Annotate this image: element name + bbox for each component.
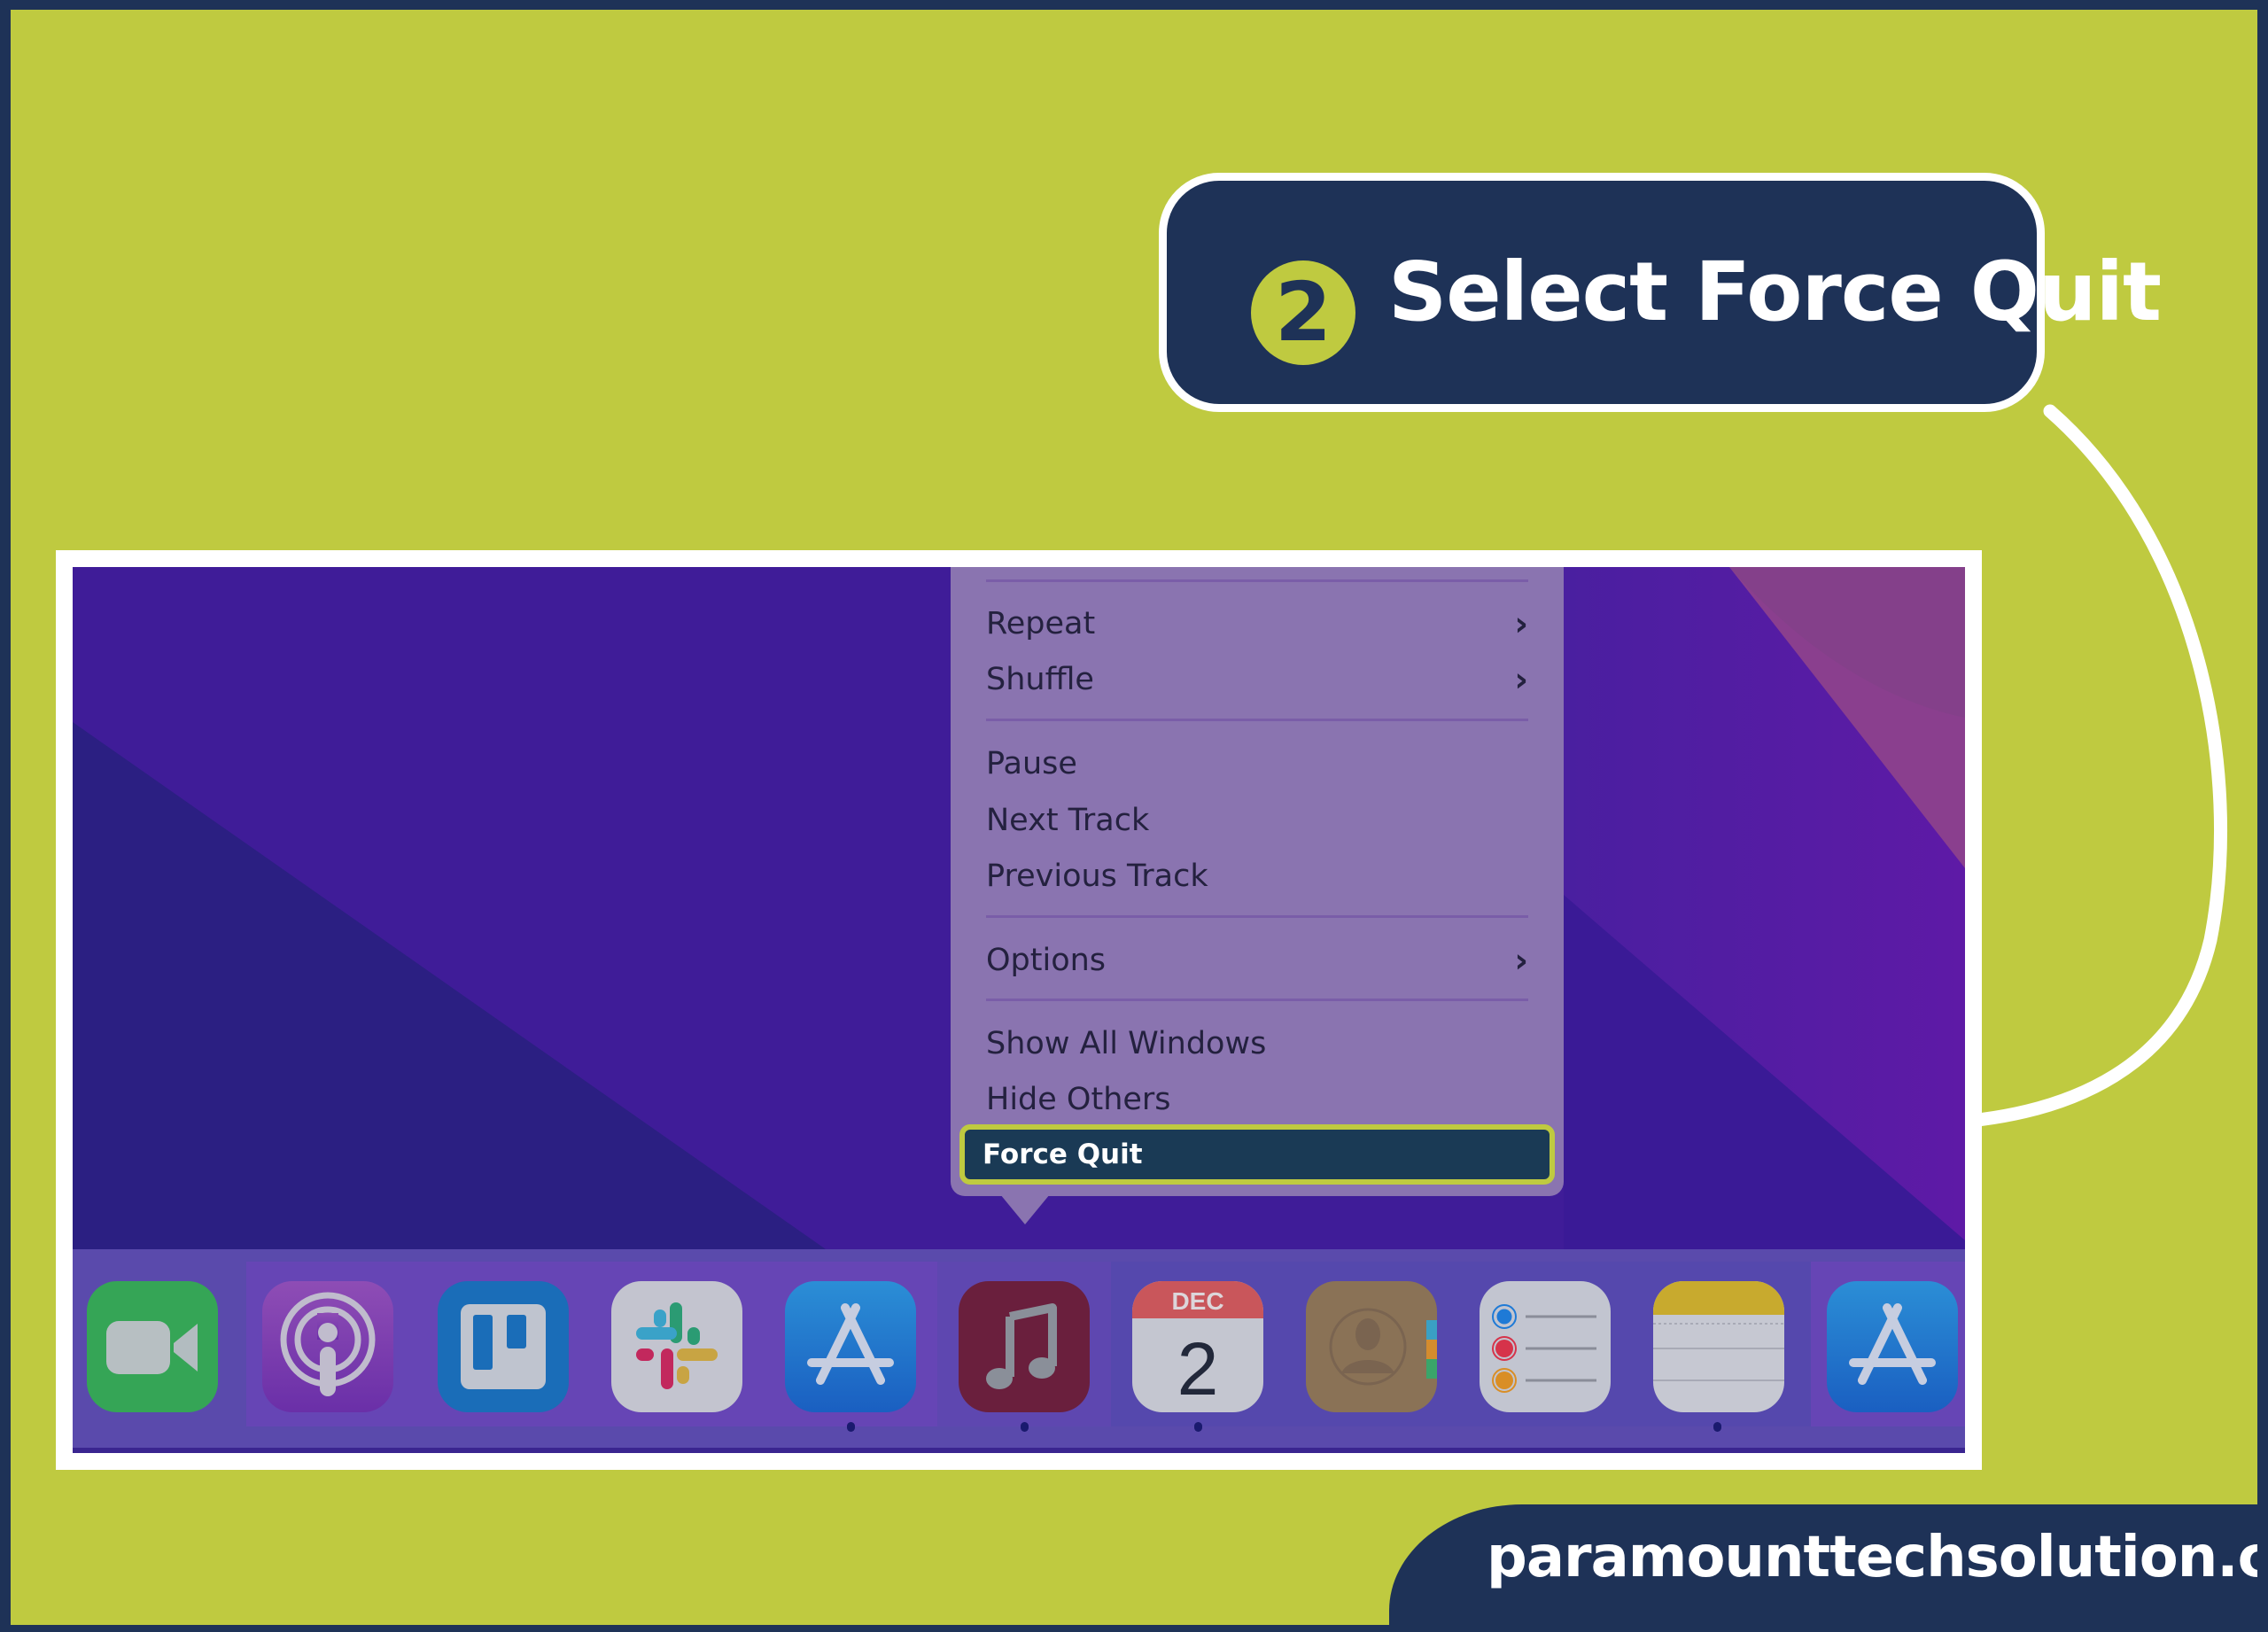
dock-app-facetime[interactable] — [87, 1281, 218, 1412]
menu-item-next-track[interactable]: Next Track — [986, 796, 1528, 845]
chevron-right-icon: › — [1514, 941, 1528, 980]
dock-app-reminders[interactable] — [1480, 1281, 1611, 1412]
menu-item-repeat[interactable]: Repeat › — [986, 599, 1528, 649]
dock-app-contacts[interactable] — [1306, 1281, 1437, 1412]
dock-app-app-store-2[interactable] — [1827, 1281, 1958, 1412]
app-store-icon — [785, 1281, 916, 1412]
menu-separator — [986, 915, 1528, 918]
slack-icon — [611, 1281, 742, 1412]
trello-icon — [438, 1281, 569, 1412]
running-indicator — [1021, 1422, 1029, 1432]
chevron-right-icon: › — [1514, 604, 1528, 643]
step-number-badge: 2 — [1251, 260, 1355, 365]
dock-app-trello[interactable] — [438, 1281, 569, 1412]
dock-app-calendar[interactable]: DEC 2 — [1132, 1281, 1263, 1412]
reminders-icon — [1480, 1281, 1611, 1412]
calendar-icon: DEC 2 — [1132, 1281, 1263, 1412]
chevron-right-icon: › — [1514, 660, 1528, 699]
music-icon — [959, 1281, 1090, 1412]
website-url[interactable]: paramounttechsolution.com — [1487, 1504, 2257, 1611]
dock-app-notes[interactable] — [1653, 1281, 1784, 1412]
dock-app-music[interactable] — [959, 1281, 1090, 1412]
menu-item-options[interactable]: Options › — [986, 936, 1528, 985]
dock-app-slack[interactable] — [611, 1281, 742, 1412]
dock-context-menu: Repeat › Shuffle › Pause Next Track Prev… — [951, 567, 1564, 1196]
tutorial-canvas: 2 Select Force Quit Repeat › Shuffle › P… — [11, 10, 2257, 1625]
dock-bottom-edge — [73, 1448, 1965, 1453]
menu-pointer — [1000, 1194, 1050, 1224]
dock: DEC 2 — [73, 1249, 1965, 1453]
menu-item-pause[interactable]: Pause — [986, 739, 1528, 789]
macos-desktop: Repeat › Shuffle › Pause Next Track Prev… — [73, 567, 1965, 1453]
running-indicator — [1713, 1422, 1721, 1432]
step-title: Select Force Quit — [1388, 245, 2162, 339]
app-store-icon — [1827, 1281, 1958, 1412]
facetime-icon — [87, 1281, 218, 1412]
footer-banner: paramounttechsolution.com — [1389, 1504, 2257, 1625]
menu-item-show-all-windows[interactable]: Show All Windows — [986, 1019, 1528, 1069]
svg-text:DEC: DEC — [1171, 1287, 1223, 1315]
step-callout: 2 Select Force Quit — [1159, 173, 2162, 412]
menu-separator — [986, 719, 1528, 721]
screenshot-frame: Repeat › Shuffle › Pause Next Track Prev… — [56, 550, 1982, 1470]
menu-item-hide-others[interactable]: Hide Others — [986, 1075, 1528, 1124]
menu-item-previous-track[interactable]: Previous Track — [986, 851, 1528, 901]
notes-icon — [1653, 1281, 1784, 1412]
svg-text:2: 2 — [1177, 1327, 1219, 1411]
running-indicator — [1194, 1422, 1202, 1432]
dock-app-app-store[interactable] — [785, 1281, 916, 1412]
podcasts-icon — [262, 1281, 393, 1412]
running-indicator — [847, 1422, 855, 1432]
menu-item-shuffle[interactable]: Shuffle › — [986, 655, 1528, 704]
menu-separator — [986, 579, 1528, 582]
menu-separator — [986, 999, 1528, 1001]
dock-app-podcasts[interactable] — [262, 1281, 393, 1412]
menu-item-force-quit[interactable]: Force Quit — [959, 1124, 1555, 1185]
contacts-icon — [1306, 1281, 1437, 1412]
